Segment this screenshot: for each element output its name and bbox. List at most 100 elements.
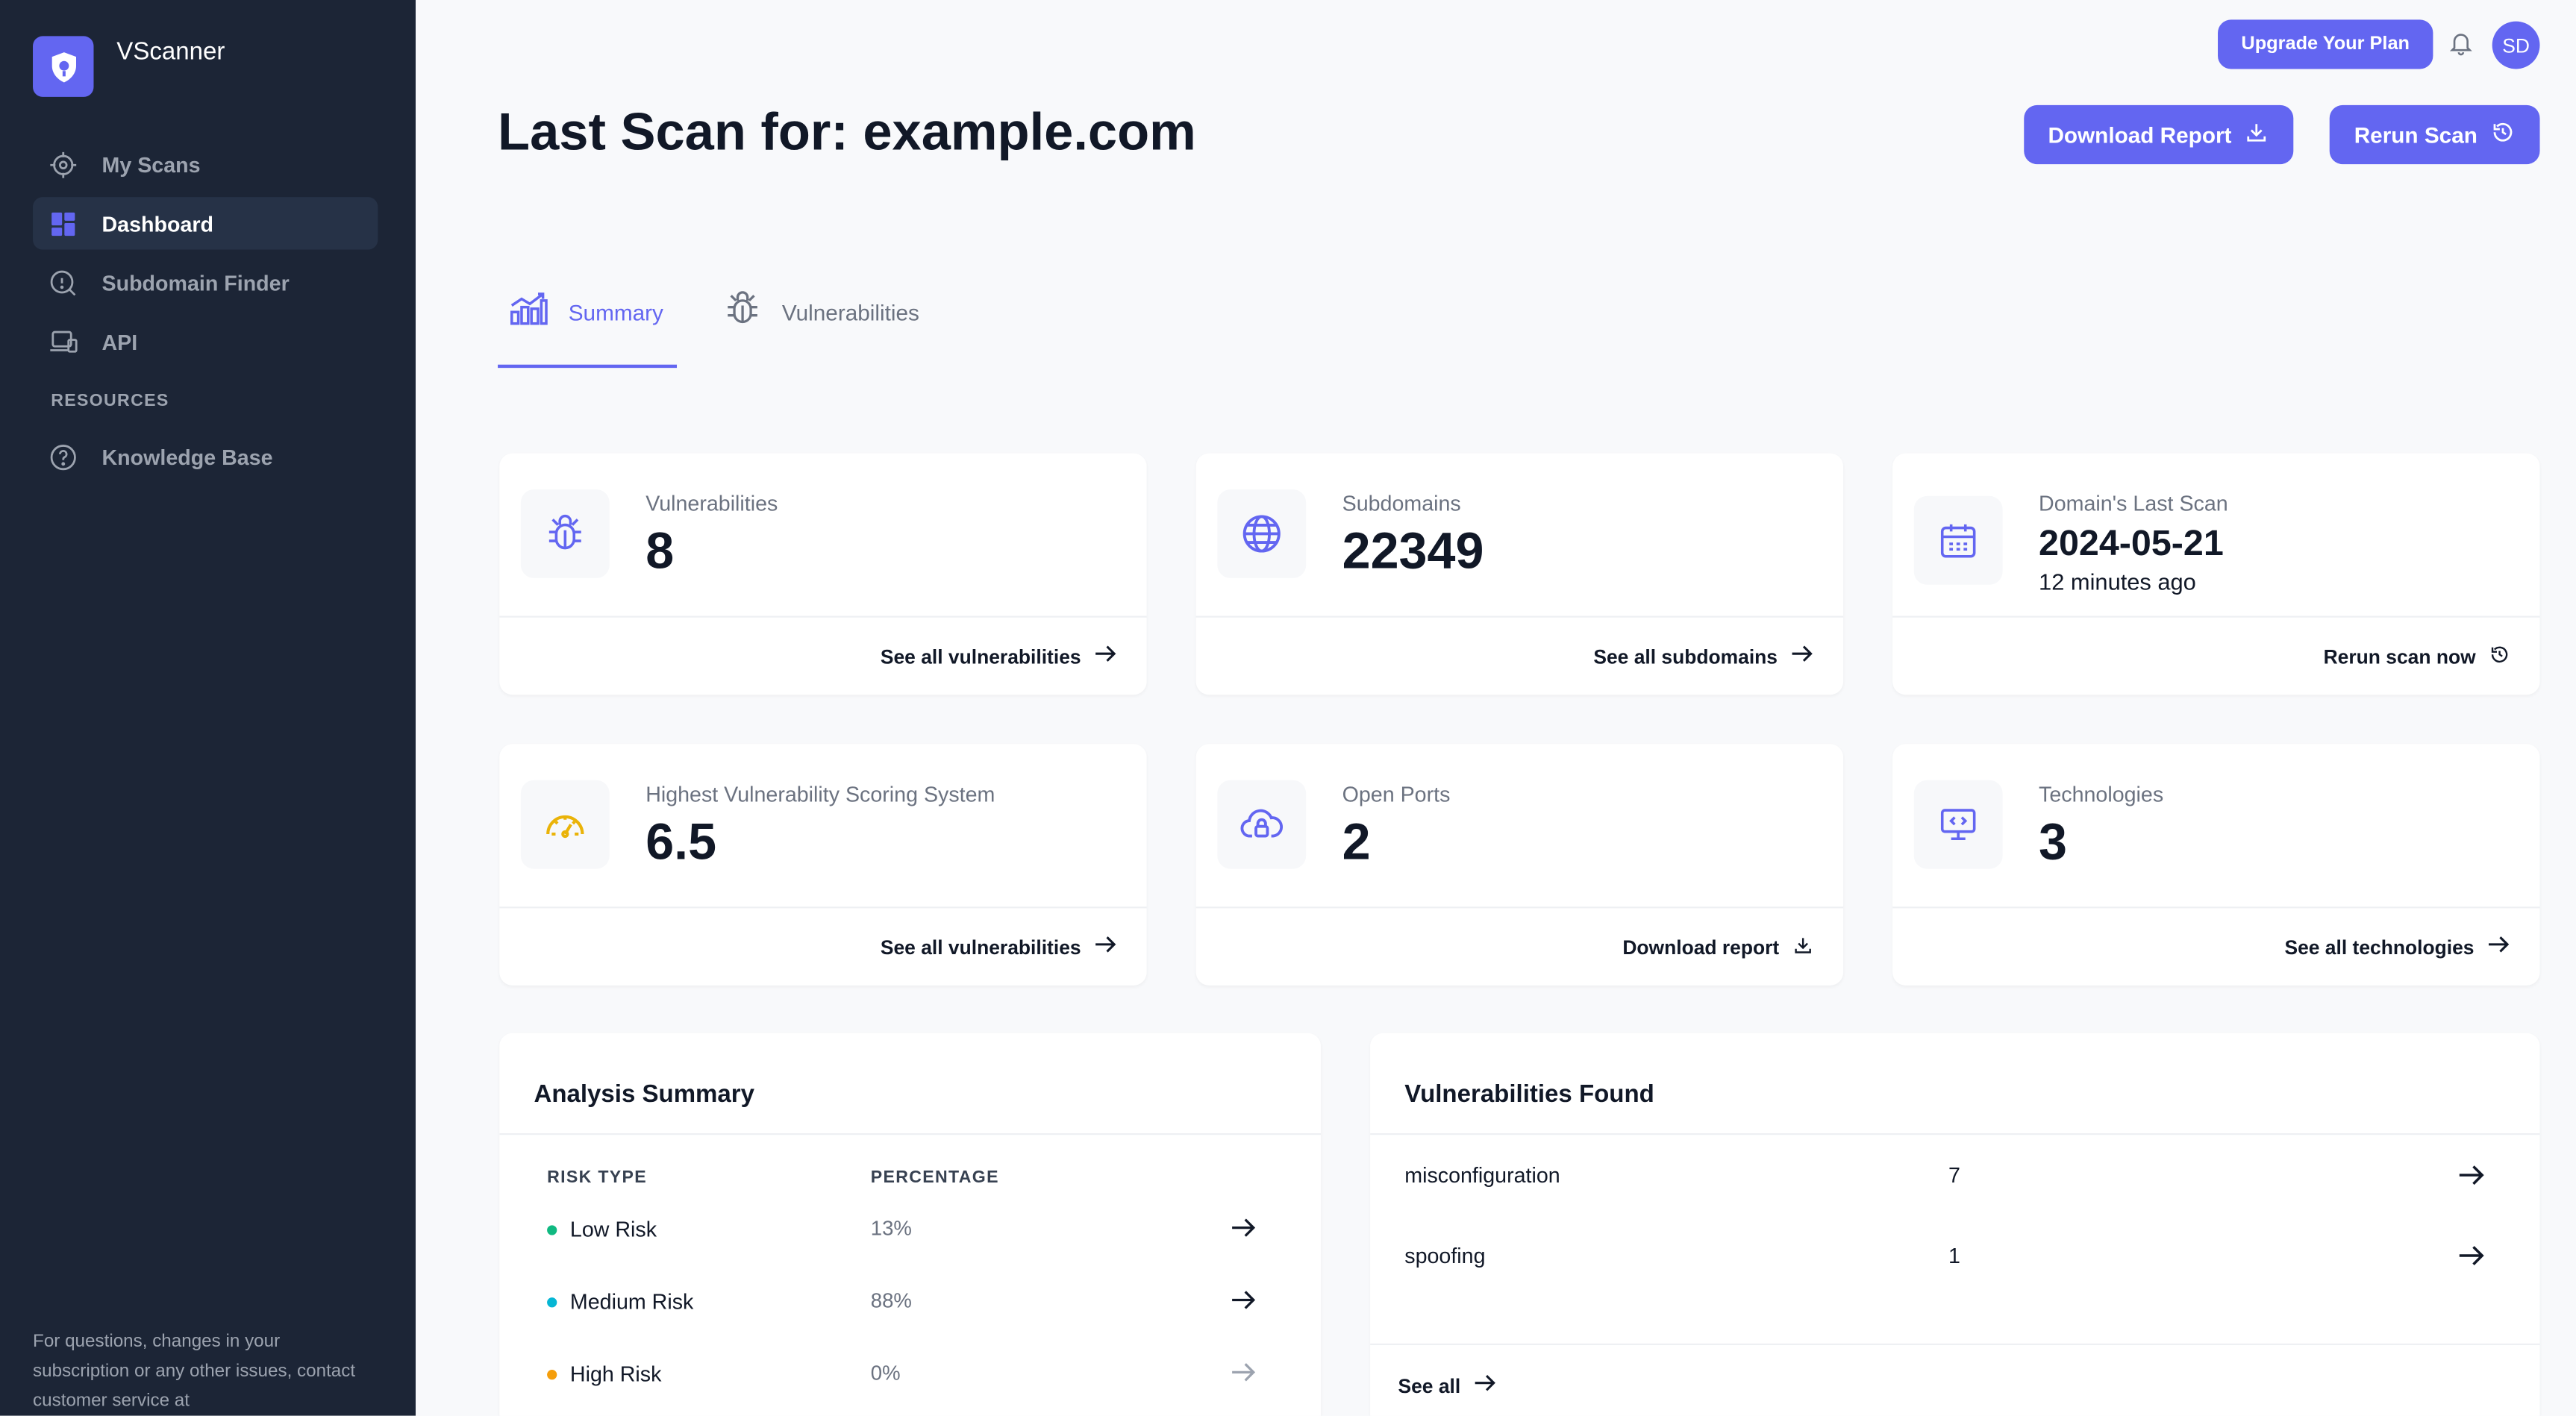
divider (1370, 1133, 2540, 1135)
arrow-right-icon[interactable] (1231, 1362, 1257, 1391)
see-all-subdomains-link[interactable]: See all subdomains (1593, 644, 1813, 668)
resources-heading: RESOURCES (51, 390, 169, 411)
cloud-lock-icon (1217, 780, 1307, 869)
vulnerability-name: misconfiguration (1404, 1162, 1560, 1188)
sidebar-item-subdomain-finder[interactable]: Subdomain Finder (33, 256, 378, 308)
app-name: VScanner (116, 37, 225, 66)
card-label: Domain's Last Scan (2039, 491, 2228, 516)
tab-vulnerabilities[interactable]: Vulnerabilities (723, 283, 953, 368)
sidebar-item-knowledge-base[interactable]: Knowledge Base (33, 430, 378, 483)
history-icon (2491, 120, 2516, 150)
arrow-right-icon (1474, 1373, 1497, 1397)
shield-logo-icon (33, 36, 94, 97)
arrow-right-icon[interactable] (1231, 1289, 1257, 1319)
card-subtext: 12 minutes ago (2039, 568, 2196, 595)
laptop-icon (46, 325, 79, 358)
card-value: 6.5 (645, 812, 717, 871)
card-body: Highest Vulnerability Scoring System 6.5 (499, 744, 1147, 909)
arrow-right-icon (1094, 644, 1117, 668)
risk-row-medium[interactable]: Medium Risk 88% (499, 1286, 1321, 1319)
card-body: Open Ports 2 (1195, 744, 1844, 909)
see-all-vulnerabilities-link[interactable]: See all vulnerabilities (881, 935, 1117, 959)
see-all-vulnerabilities-link[interactable]: See all vulnerabilities (881, 644, 1117, 668)
link-label: Rerun scan now (2323, 645, 2476, 669)
arrow-right-icon (2487, 935, 2510, 959)
sidebar-nav: My Scans Dashboard Subdomain Finder API (33, 138, 378, 489)
page-title: Last Scan for: example.com (498, 101, 1196, 161)
vulnerability-name: spoofing (1404, 1243, 1486, 1268)
globe-icon (1217, 489, 1307, 578)
stat-card-open-ports: Open Ports 2 Download report (1195, 744, 1844, 986)
stat-card-highest-cvss: Highest Vulnerability Scoring System 6.5… (499, 744, 1147, 986)
vulnerability-row[interactable]: misconfiguration 7 (1370, 1163, 2539, 1196)
rerun-scan-button[interactable]: Rerun Scan (2329, 104, 2540, 165)
risk-name: Low Risk (569, 1217, 657, 1242)
card-value: 2024-05-21 (2039, 522, 2224, 564)
bug-icon (723, 289, 763, 333)
vulnerability-row[interactable]: spoofing 1 (1370, 1244, 2539, 1276)
sidebar-item-api[interactable]: API (33, 316, 378, 368)
download-report-link[interactable]: Download report (1622, 935, 1813, 961)
bell-icon[interactable] (2448, 30, 2474, 66)
card-value: 2 (1342, 812, 1371, 871)
sidebar-item-label: Knowledge Base (101, 444, 273, 469)
column-header-risk-type: RISK TYPE (547, 1168, 648, 1188)
sidebar-item-label: My Scans (101, 151, 201, 177)
risk-percentage: 13% (870, 1217, 912, 1241)
arrow-right-icon[interactable] (2457, 1245, 2485, 1275)
sidebar-item-my-scans[interactable]: My Scans (33, 138, 378, 190)
risk-row-low[interactable]: Low Risk 13% (499, 1214, 1321, 1247)
link-label: Download report (1622, 936, 1780, 959)
download-report-label: Download Report (2048, 122, 2232, 148)
see-all-link[interactable]: See all (1398, 1373, 1496, 1397)
search-icon (46, 266, 79, 299)
monitor-code-icon (1913, 780, 2003, 869)
download-icon (1792, 935, 1814, 961)
card-value: 3 (2039, 812, 2068, 871)
see-all-technologies-link[interactable]: See all technologies (2284, 935, 2510, 959)
upgrade-plan-button[interactable]: Upgrade Your Plan (2218, 19, 2433, 69)
divider (1370, 1343, 2540, 1346)
vulnerability-count: 1 (1948, 1243, 1960, 1268)
download-report-button[interactable]: Download Report (2024, 104, 2294, 165)
stat-card-last-scan: Domain's Last Scan 2024-05-21 12 minutes… (1892, 453, 2540, 695)
link-label: See all technologies (2284, 935, 2475, 959)
link-label: See all vulnerabilities (880, 935, 1081, 959)
vulnerability-count: 7 (1948, 1162, 1960, 1188)
grid-icon (46, 207, 79, 239)
gauge-icon (520, 780, 610, 869)
panel-title: Analysis Summary (534, 1080, 755, 1109)
help-circle-icon (46, 440, 79, 473)
vulnerabilities-found-panel: Vulnerabilities Found misconfiguration 7… (1370, 1033, 2540, 1416)
link-label: See all (1398, 1373, 1461, 1397)
sidebar-item-label: Subdomain Finder (101, 270, 290, 295)
tab-summary[interactable]: Summary (498, 283, 678, 369)
sidebar-item-dashboard[interactable]: Dashboard (33, 197, 378, 250)
link-label: See all subdomains (1593, 645, 1778, 668)
sidebar-item-label: Dashboard (101, 210, 213, 236)
card-body: Vulnerabilities 8 (499, 454, 1147, 618)
risk-percentage: 88% (870, 1289, 912, 1312)
brand[interactable]: VScanner (33, 36, 225, 97)
card-body: Domain's Last Scan 2024-05-21 12 minutes… (1892, 454, 2540, 618)
crosshair-icon (46, 148, 79, 181)
bug-icon (520, 489, 610, 578)
stat-card-technologies: Technologies 3 See all technologies (1892, 744, 2540, 986)
rerun-scan-now-link[interactable]: Rerun scan now (2324, 644, 2510, 670)
rerun-scan-label: Rerun Scan (2354, 122, 2477, 148)
card-label: Vulnerabilities (645, 491, 778, 516)
arrow-right-icon[interactable] (1231, 1217, 1257, 1247)
status-dot (547, 1370, 557, 1380)
panel-title: Vulnerabilities Found (1404, 1080, 1654, 1109)
card-body: Subdomains 22349 (1195, 454, 1844, 618)
sidebar: VScanner My Scans Dashboard Subdomain Fi… (0, 0, 416, 1416)
stat-card-subdomains: Subdomains 22349 See all subdomains (1195, 453, 1844, 695)
avatar[interactable]: SD (2492, 21, 2540, 69)
arrow-right-icon[interactable] (2457, 1165, 2485, 1194)
card-value: 22349 (1342, 522, 1484, 580)
status-dot (547, 1297, 557, 1308)
risk-percentage: 0% (870, 1362, 901, 1385)
support-footer-text: For questions, changes in your subscript… (33, 1332, 356, 1412)
risk-row-high[interactable]: High Risk 0% (499, 1359, 1321, 1391)
download-icon (2245, 120, 2269, 150)
